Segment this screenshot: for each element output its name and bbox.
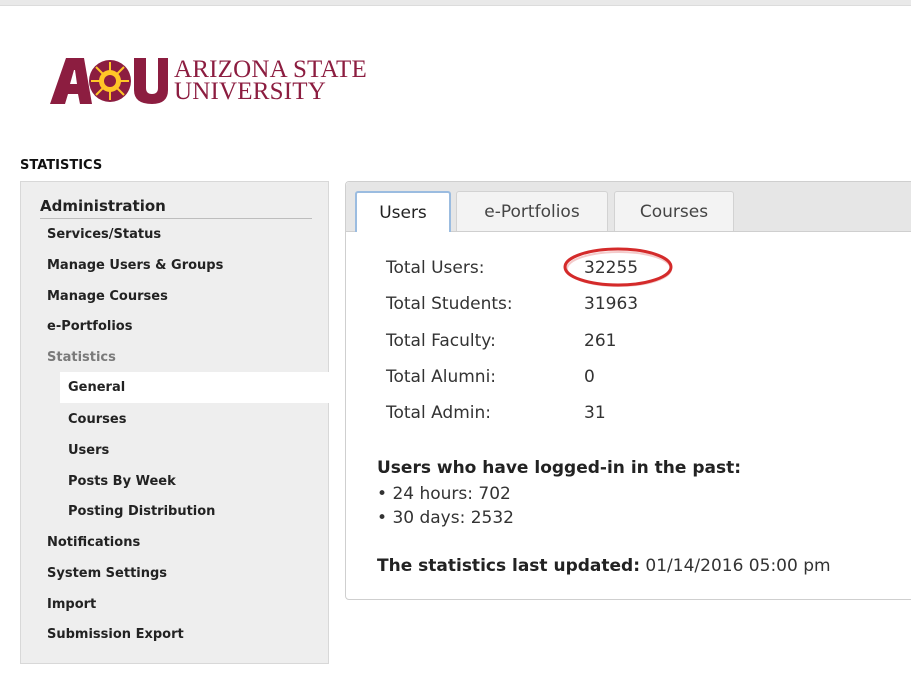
logged-in-heading: Users who have logged-in in the past: bbox=[377, 458, 742, 478]
last-updated-value: 01/14/2016 05:00 pm bbox=[645, 556, 831, 576]
total-users-label: Total Users: bbox=[386, 258, 485, 278]
sidebar-subitem-posts-by-week[interactable]: Posts By Week bbox=[68, 474, 176, 489]
logo-line-2: UNIVERSITY bbox=[174, 78, 326, 105]
total-students-value: 31963 bbox=[584, 294, 639, 314]
total-alumni-label: Total Alumni: bbox=[386, 367, 497, 387]
page-title: STATISTICS bbox=[20, 158, 103, 173]
sidebar-item-import[interactable]: Import bbox=[47, 597, 96, 612]
total-alumni-value: 0 bbox=[584, 367, 595, 387]
list-item: • 24 hours: 702 bbox=[377, 484, 511, 504]
total-faculty-value: 261 bbox=[584, 331, 617, 351]
sidebar-item-manage-courses[interactable]: Manage Courses bbox=[47, 289, 168, 304]
asu-wordmark: ARIZONA STATE UNIVERSITY bbox=[174, 57, 367, 105]
sidebar-heading: Administration bbox=[40, 197, 166, 215]
sidebar-subitem-general[interactable]: General bbox=[68, 380, 125, 395]
logged-in-30d: 30 days: 2532 bbox=[392, 508, 514, 528]
sidebar-item-system-settings[interactable]: System Settings bbox=[47, 566, 167, 581]
sidebar-item-notifications[interactable]: Notifications bbox=[47, 535, 140, 550]
sidebar-item-submission-export[interactable]: Submission Export bbox=[47, 627, 184, 642]
sidebar-divider bbox=[40, 218, 312, 219]
sidebar-item-e-portfolios[interactable]: e-Portfolios bbox=[47, 319, 132, 334]
total-students-label: Total Students: bbox=[386, 294, 513, 314]
total-admin-label: Total Admin: bbox=[386, 403, 492, 423]
tab-bar: Users e-Portfolios Courses bbox=[346, 182, 911, 232]
sidebar-item-services-status[interactable]: Services/Status bbox=[47, 227, 161, 242]
admin-sidebar: Administration Services/Status Manage Us… bbox=[20, 181, 330, 664]
last-updated-label: The statistics last updated: bbox=[377, 556, 641, 576]
tab-courses[interactable]: Courses bbox=[614, 191, 734, 231]
asu-logo-mark-icon bbox=[48, 54, 170, 106]
sidebar-subitem-users[interactable]: Users bbox=[68, 443, 109, 458]
sidebar-item-statistics[interactable]: Statistics bbox=[47, 350, 116, 365]
sidebar-item-manage-users-groups[interactable]: Manage Users & Groups bbox=[47, 258, 223, 273]
statistics-panel: Users e-Portfolios Courses Total Users: … bbox=[345, 181, 911, 600]
sidebar-subitem-courses[interactable]: Courses bbox=[68, 412, 126, 427]
logged-in-24h: 24 hours: 702 bbox=[392, 484, 511, 504]
tab-e-portfolios[interactable]: e-Portfolios bbox=[456, 191, 608, 231]
sidebar-subitem-posting-distribution[interactable]: Posting Distribution bbox=[68, 504, 215, 519]
top-border bbox=[0, 0, 911, 6]
list-item: • 30 days: 2532 bbox=[377, 508, 514, 528]
total-faculty-label: Total Faculty: bbox=[386, 331, 496, 351]
total-users-value: 32255 bbox=[584, 258, 639, 278]
total-admin-value: 31 bbox=[584, 403, 606, 423]
last-updated: The statistics last updated: 01/14/2016 … bbox=[377, 556, 831, 576]
tab-users[interactable]: Users bbox=[355, 191, 451, 232]
